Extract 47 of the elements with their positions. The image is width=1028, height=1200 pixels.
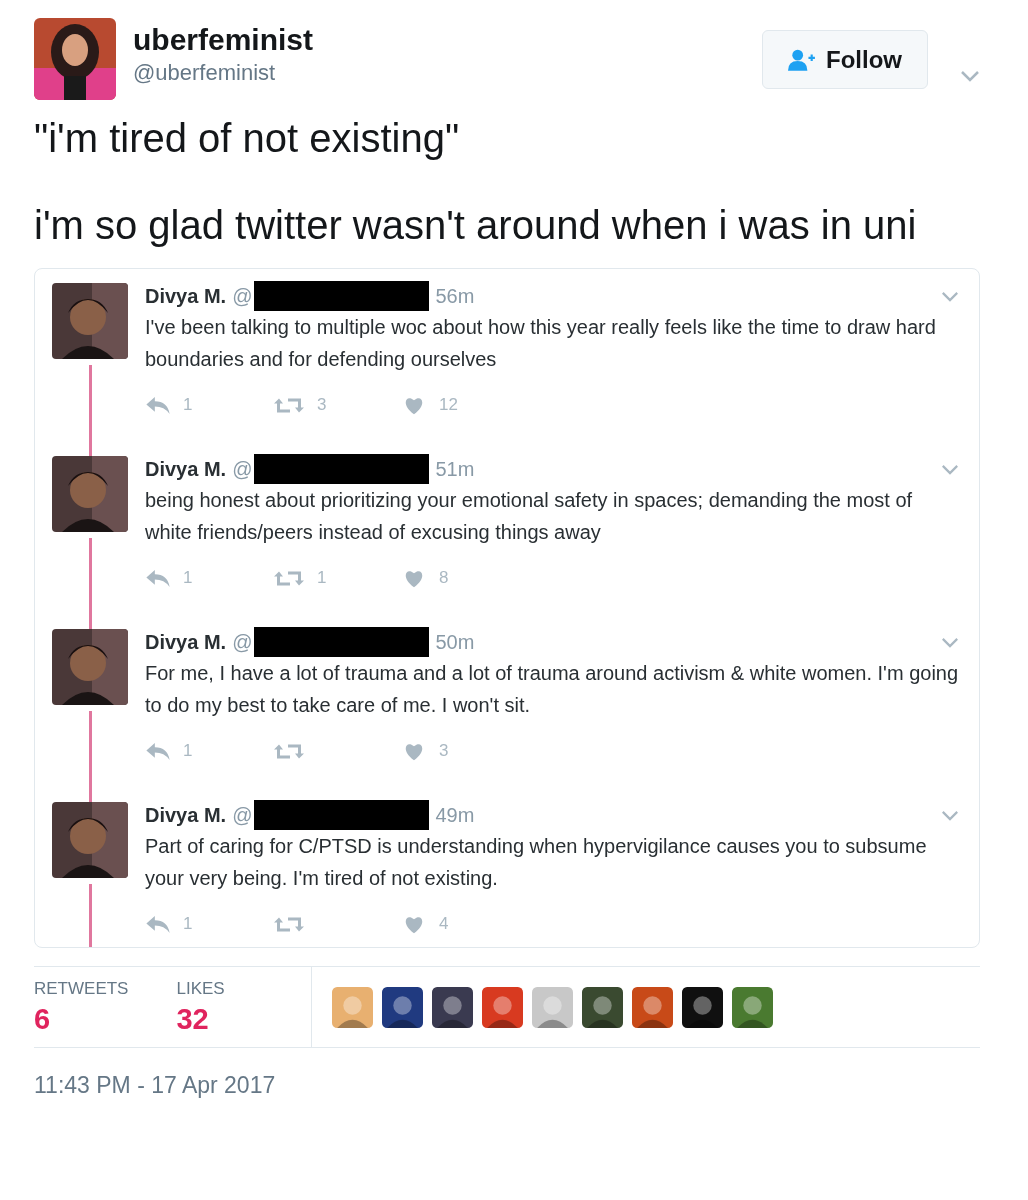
caret-icon[interactable]	[941, 290, 959, 302]
author-handle[interactable]: @	[232, 457, 253, 481]
reply-icon[interactable]	[145, 568, 171, 588]
author-handle[interactable]: @	[232, 803, 253, 827]
tweet-time[interactable]: 49m	[435, 803, 475, 827]
retweet-count: 3	[317, 395, 327, 415]
tweet-text: I've been talking to multiple woc about how this year really feels like the time to draw hard boundaries and for defending ourselves	[145, 315, 937, 372]
reply-icon[interactable]	[145, 395, 171, 415]
stat-value[interactable]: 6	[34, 1003, 129, 1036]
tweet-time[interactable]: 56m	[435, 284, 475, 308]
author-handle[interactable]: @	[232, 284, 253, 308]
tweet-text: "i'm tired of not existing"	[34, 115, 461, 162]
like-count: 8	[439, 568, 449, 588]
stat-label[interactable]: RETWEETS	[34, 979, 129, 999]
reply-icon[interactable]	[145, 741, 171, 761]
author-name[interactable]: uberfeminist	[133, 22, 314, 58]
retweet-count: 1	[317, 568, 327, 588]
reply-count: 1	[183, 914, 193, 934]
stat-value[interactable]: 32	[176, 1003, 225, 1036]
caret-icon[interactable]	[941, 636, 959, 648]
tweet-text: being honest about prioritizing your emotional safety in spaces; demanding the most of white friends/peers instead of excusing things away	[145, 488, 914, 545]
author-name[interactable]: Divya M.	[145, 284, 227, 308]
like-count: 4	[439, 914, 449, 934]
reply-count: 1	[183, 741, 193, 761]
like-count: 3	[439, 741, 449, 761]
tweet-time[interactable]: 50m	[435, 630, 475, 654]
tweet-text: For me, I have a lot of trauma and a lot of trauma around activism & white women. I'm going to do my best to take care of me. I won't sit.	[145, 661, 959, 718]
caret-icon[interactable]	[941, 809, 959, 821]
quoted-thread-card[interactable]	[34, 268, 980, 948]
stat-label[interactable]: LIKES	[176, 979, 225, 999]
add-user-icon	[788, 48, 816, 71]
like-count: 12	[439, 395, 458, 415]
tweet-time[interactable]: 51m	[435, 457, 475, 481]
follow-button[interactable]: Follow	[762, 30, 928, 89]
tweet-text: Part of caring for C/PTSD is understanding when hypervigilance causes you to subsume your very being. I'm tired of not existing.	[145, 834, 928, 891]
reply-count: 1	[183, 568, 193, 588]
author-handle[interactable]: @uberfeminist	[133, 58, 314, 88]
author-name[interactable]: Divya M.	[145, 803, 227, 827]
reply-icon[interactable]	[145, 914, 171, 934]
tweet-text: i'm so glad twitter wasn't around when i was in uni	[34, 202, 918, 249]
caret-icon[interactable]	[941, 463, 959, 475]
author-name[interactable]: Divya M.	[145, 630, 227, 654]
tweet-timestamp[interactable]: 11:43 PM - 17 Apr 2017	[34, 1072, 980, 1099]
author-name[interactable]: Divya M.	[145, 457, 227, 481]
caret-icon[interactable]	[960, 70, 980, 82]
author-handle[interactable]: @	[232, 630, 253, 654]
reply-count: 1	[183, 395, 193, 415]
